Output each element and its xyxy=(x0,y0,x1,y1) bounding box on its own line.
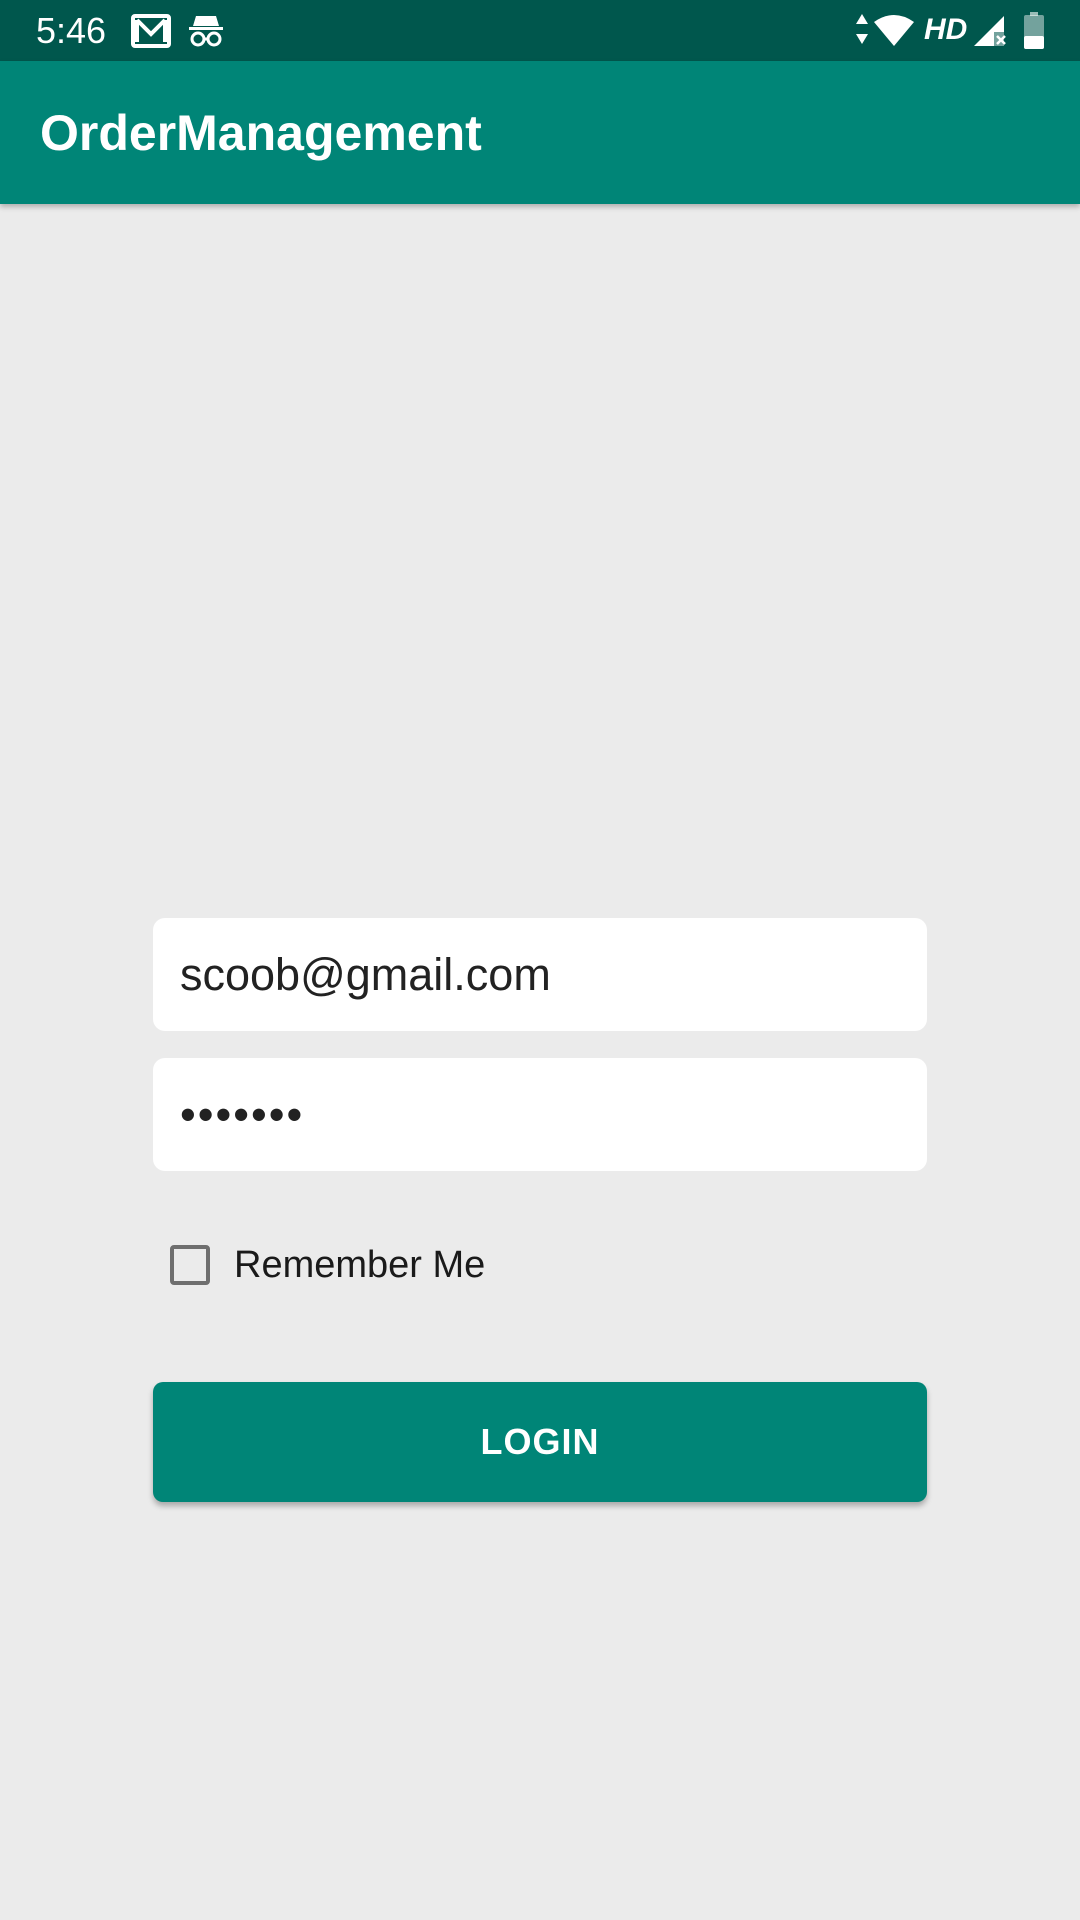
status-bar: 5:46 HD xyxy=(0,0,1080,61)
login-button[interactable]: LOGIN xyxy=(153,1382,927,1502)
battery-icon xyxy=(1024,12,1044,49)
incognito-icon xyxy=(189,16,223,47)
app-bar: OrderManagement xyxy=(0,61,1080,204)
gmail-icon xyxy=(131,14,171,48)
email-field[interactable] xyxy=(153,918,927,1031)
signal-icon xyxy=(974,16,1006,46)
remember-me-label: Remember Me xyxy=(234,1243,486,1286)
password-field[interactable] xyxy=(153,1058,927,1171)
wifi-icon xyxy=(874,15,914,46)
status-time: 5:46 xyxy=(36,10,107,51)
remember-me-row[interactable]: Remember Me xyxy=(170,1240,485,1290)
app-title: OrderManagement xyxy=(40,105,482,161)
remember-me-checkbox[interactable] xyxy=(170,1245,210,1285)
login-button-label: LOGIN xyxy=(480,1421,600,1462)
network-type-label: HD xyxy=(924,13,968,46)
data-arrows-icon xyxy=(856,14,868,44)
